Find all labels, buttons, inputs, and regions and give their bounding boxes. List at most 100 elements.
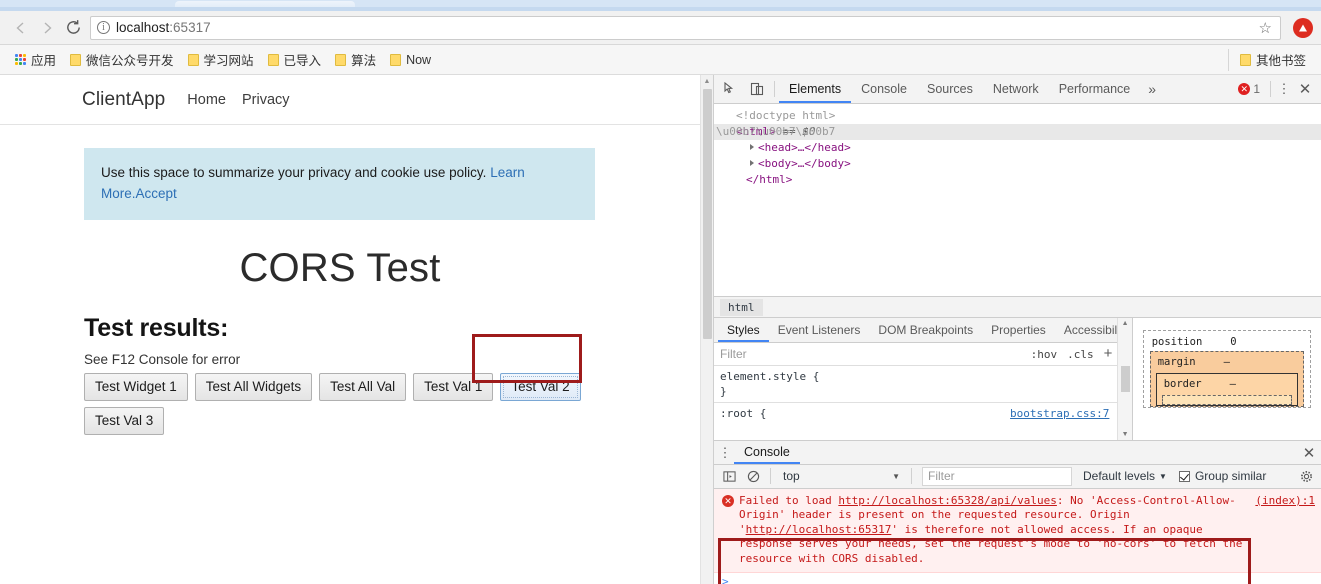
- css-rules-list[interactable]: element.style { } :root { bootstrap.css:…: [714, 366, 1118, 440]
- styles-scroll-thumb[interactable]: [1120, 366, 1130, 392]
- tab-dom-breakpoints[interactable]: DOM Breakpoints: [869, 318, 982, 342]
- bookmark-star-icon[interactable]: ☆: [1259, 19, 1274, 37]
- new-style-rule-button[interactable]: +: [1099, 346, 1118, 361]
- border-label: border: [1163, 378, 1202, 390]
- reload-icon[interactable]: [60, 15, 86, 41]
- page-scrollbar[interactable]: ▲: [700, 75, 713, 584]
- box-model-margin[interactable]: margin – border –: [1149, 351, 1304, 407]
- box-model-diagram[interactable]: position 0 margin – border –: [1142, 330, 1311, 408]
- tab-network[interactable]: Network: [983, 75, 1049, 103]
- drawer-tabbar: ⋮ Console ✕: [714, 441, 1321, 465]
- clear-console-icon[interactable]: [742, 465, 764, 487]
- chevron-right-icon[interactable]: [750, 160, 754, 166]
- console-prompt[interactable]: >: [714, 573, 1321, 584]
- scrollbar-thumb[interactable]: [703, 89, 712, 339]
- address-bar[interactable]: i localhost:65317 ☆: [90, 15, 1281, 40]
- console-context-select[interactable]: top ▼: [777, 467, 905, 486]
- test-val-1-button[interactable]: Test Val 1: [413, 373, 494, 401]
- extension-icon[interactable]: [1293, 17, 1313, 38]
- dom-line-body[interactable]: <body>…</body>: [714, 156, 1321, 172]
- back-icon[interactable]: [8, 15, 34, 41]
- box-model-border[interactable]: border –: [1155, 373, 1298, 406]
- breadcrumb-html[interactable]: html: [720, 298, 763, 316]
- expand-dots[interactable]: \u00b7\u00b7\u00b7: [716, 124, 835, 140]
- bookmark-item-4[interactable]: 算法: [328, 49, 383, 71]
- error-url-2[interactable]: http://localhost:65317: [746, 523, 892, 536]
- rule-element-style[interactable]: element.style {: [714, 369, 1117, 384]
- nav-link-home[interactable]: Home: [187, 92, 226, 108]
- bookmark-item-3[interactable]: 已导入: [261, 49, 329, 71]
- bookmark-apps[interactable]: 应用: [8, 49, 63, 71]
- console-toolbar: top ▼ Filter Default levels ▼ Group simi…: [714, 465, 1321, 489]
- styles-scroll-up-arrow[interactable]: ▲: [1122, 320, 1129, 327]
- chevron-right-icon[interactable]: [750, 144, 754, 150]
- scrollbar-up-arrow[interactable]: ▲: [701, 75, 713, 88]
- drawer-tab-console[interactable]: Console: [734, 441, 800, 464]
- content-area: ClientApp Home Privacy Use this space to…: [0, 75, 1321, 584]
- test-widget-1-button[interactable]: Test Widget 1: [84, 373, 188, 401]
- test-val-3-button[interactable]: Test Val 3: [84, 407, 165, 435]
- bookmark-label: 算法: [351, 54, 377, 68]
- console-output[interactable]: ✕ Failed to load http://localhost:65328/…: [714, 488, 1321, 584]
- box-model-padding[interactable]: [1161, 395, 1292, 405]
- console-levels-select[interactable]: Default levels ▼: [1083, 469, 1167, 483]
- checkbox-checked-icon: [1178, 470, 1190, 482]
- error-count-badge[interactable]: ✕ 1: [1238, 82, 1266, 96]
- test-all-val-button[interactable]: Test All Val: [319, 373, 407, 401]
- rule-root-selector: :root {: [720, 407, 767, 420]
- dom-line-html[interactable]: \u00b7\u00b7\u00b7 <html> == $0: [714, 124, 1321, 140]
- devtools-close-icon[interactable]: ✕: [1293, 80, 1317, 98]
- error-source-link[interactable]: (index):1: [1255, 494, 1315, 509]
- bookmark-item-5[interactable]: Now: [383, 49, 438, 71]
- nav-link-privacy[interactable]: Privacy: [242, 92, 290, 108]
- styles-filter-input[interactable]: [720, 347, 1026, 361]
- tab-properties[interactable]: Properties: [982, 318, 1055, 342]
- error-url-1[interactable]: http://localhost:65328/api/values: [838, 494, 1057, 507]
- gear-icon[interactable]: [1295, 465, 1317, 487]
- position-label: position: [1151, 336, 1203, 348]
- drawer-close-icon[interactable]: ✕: [1297, 444, 1321, 462]
- position-value[interactable]: 0: [1230, 336, 1236, 348]
- console-error-message[interactable]: ✕ Failed to load http://localhost:65328/…: [714, 488, 1321, 574]
- tab-performance[interactable]: Performance: [1049, 75, 1141, 103]
- test-results-heading: Test results:: [84, 314, 229, 342]
- forward-icon[interactable]: [34, 15, 60, 41]
- console-filter-input[interactable]: Filter: [922, 466, 1072, 486]
- border-value[interactable]: –: [1230, 378, 1236, 390]
- test-val-2-button[interactable]: Test Val 2: [500, 373, 581, 401]
- more-tabs-icon[interactable]: »: [1140, 81, 1164, 97]
- tab-console[interactable]: Console: [851, 75, 917, 103]
- bookmark-item-1[interactable]: 微信公众号开发: [63, 49, 181, 71]
- styles-scroll-down-arrow[interactable]: ▼: [1122, 431, 1129, 438]
- bookmark-item-2[interactable]: 学习网站: [181, 49, 261, 71]
- tab-styles[interactable]: Styles: [718, 318, 769, 342]
- cls-toggle-button[interactable]: .cls: [1062, 348, 1099, 361]
- margin-label: margin: [1157, 356, 1196, 368]
- site-brand[interactable]: ClientApp: [82, 89, 165, 111]
- dom-line-head[interactable]: <head>…</head>: [714, 140, 1321, 156]
- margin-value[interactable]: –: [1224, 356, 1230, 368]
- styles-scrollbar[interactable]: ▲ ▼: [1117, 318, 1132, 440]
- accept-button[interactable]: Accept: [136, 186, 177, 201]
- tab-elements[interactable]: Elements: [779, 75, 852, 103]
- tab-event-listeners[interactable]: Event Listeners: [769, 318, 870, 342]
- console-filter-placeholder: Filter: [928, 469, 955, 484]
- dom-tree[interactable]: <!doctype html> \u00b7\u00b7\u00b7 <html>…: [714, 104, 1321, 296]
- site-info-icon[interactable]: i: [97, 21, 110, 34]
- device-toolbar-icon[interactable]: [744, 77, 770, 101]
- console-sidebar-icon[interactable]: [718, 465, 740, 487]
- group-similar-checkbox[interactable]: Group similar: [1178, 469, 1266, 483]
- other-bookmarks[interactable]: 其他书签: [1233, 49, 1313, 71]
- test-all-widgets-button[interactable]: Test All Widgets: [194, 373, 313, 401]
- rule-root[interactable]: :root { bootstrap.css:7: [714, 402, 1118, 421]
- tab-sources[interactable]: Sources: [917, 75, 983, 103]
- devtools-menu-icon[interactable]: ⋮: [1275, 82, 1293, 95]
- styles-pane: Styles Event Listeners DOM Breakpoints P…: [714, 317, 1321, 440]
- web-page: ClientApp Home Privacy Use this space to…: [0, 75, 700, 584]
- folder-icon: [70, 53, 82, 66]
- hov-toggle-button[interactable]: :hov: [1026, 348, 1063, 361]
- page-viewport: ClientApp Home Privacy Use this space to…: [0, 75, 713, 584]
- drawer-menu-icon[interactable]: ⋮: [716, 446, 734, 459]
- stylesheet-source-link[interactable]: bootstrap.css:7: [1010, 406, 1109, 421]
- inspect-element-icon[interactable]: [718, 77, 744, 101]
